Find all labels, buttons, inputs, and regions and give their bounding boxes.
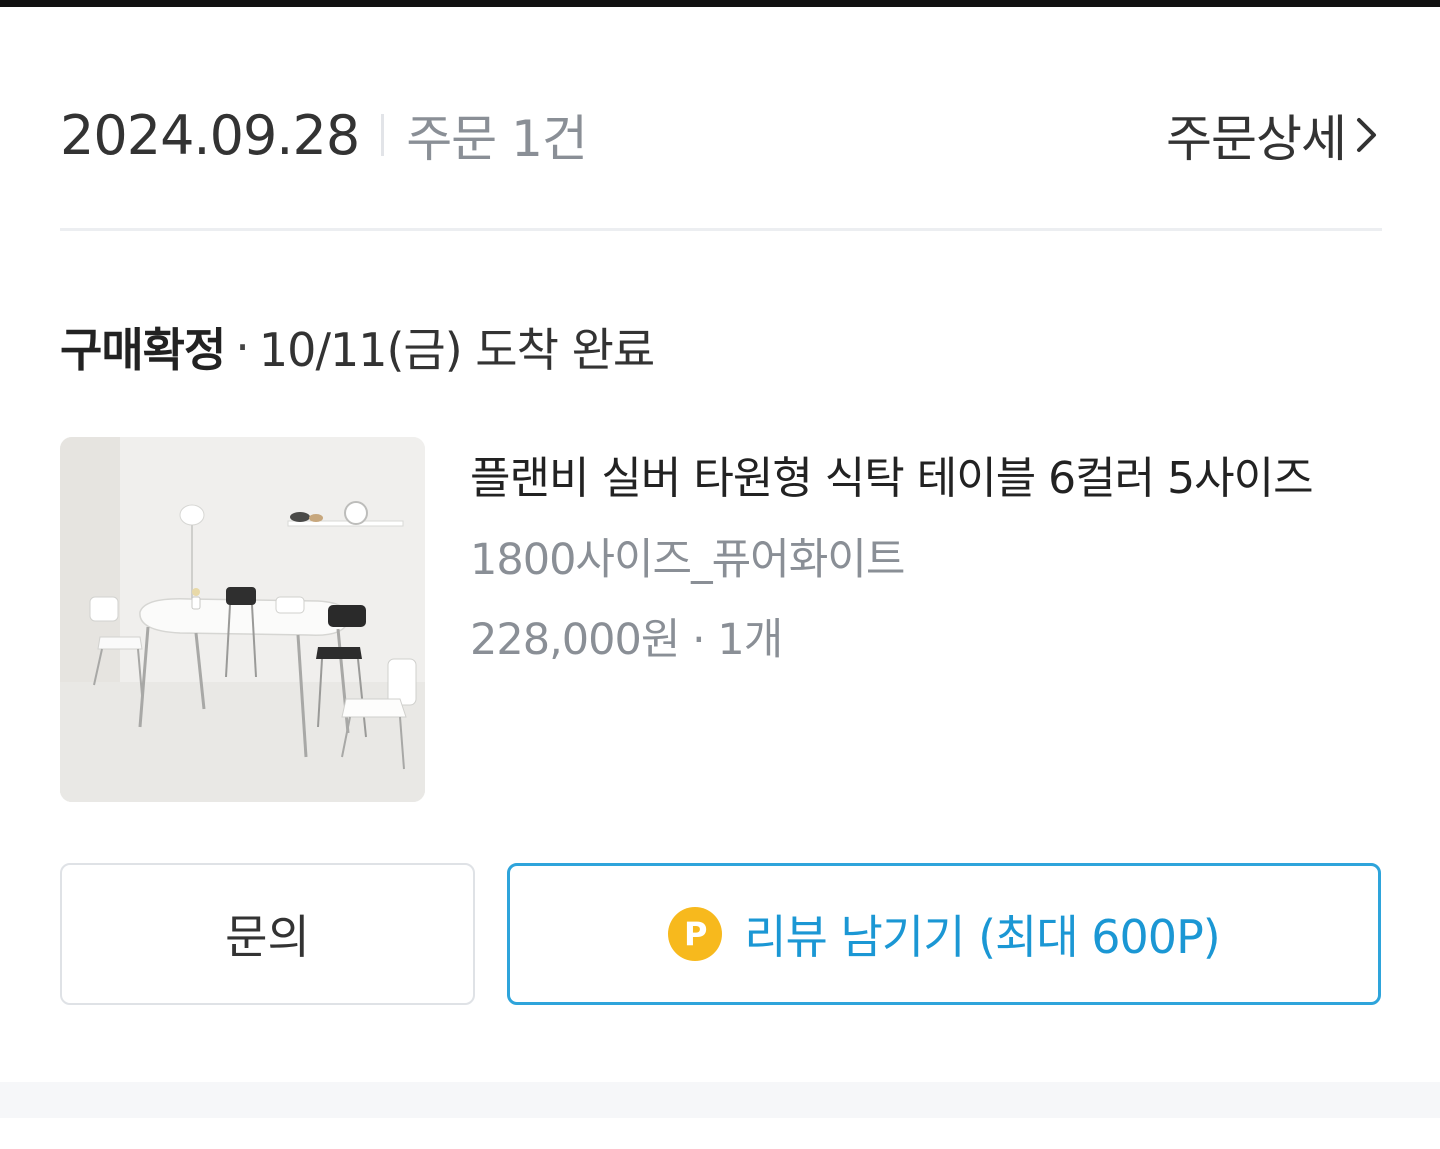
header-separator [381,114,385,156]
order-detail-label: 주문상세 [1166,110,1347,168]
top-bar [0,0,1440,7]
status-separator: · [235,320,250,374]
inquiry-button-label: 문의 [225,910,310,964]
product-price-quantity: 228,000원 · 1개 [470,615,783,665]
order-header: 2024.09.28 주문 1건 주문상세 [60,100,1380,170]
arrival-info: 10/11(금) 도착 완료 [258,323,655,377]
product-image [60,437,425,802]
write-review-button[interactable]: P 리뷰 남기기 (최대 600P) [507,863,1381,1005]
product-name[interactable]: 플랜비 실버 타원형 식탁 테이블 6컬러 5사이즈 [470,442,1314,506]
point-icon: P [668,907,723,961]
write-review-label: 리뷰 남기기 (최대 600P) [744,910,1221,964]
header-divider [60,228,1382,231]
inquiry-button[interactable]: 문의 [60,863,475,1005]
product-option: 1800사이즈_퓨어화이트 [470,535,905,585]
order-count: 주문 1건 [406,110,588,168]
purchase-status: 구매확정 [60,323,226,377]
order-detail-link[interactable]: 주문상세 [1166,99,1380,171]
section-separator [0,1082,1440,1118]
chevron-right-icon [1357,118,1376,152]
delivery-status: 구매확정 · 10/11(금) 도착 완료 [60,312,655,382]
order-date: 2024.09.28 [60,103,360,167]
product-thumbnail[interactable] [60,437,425,802]
